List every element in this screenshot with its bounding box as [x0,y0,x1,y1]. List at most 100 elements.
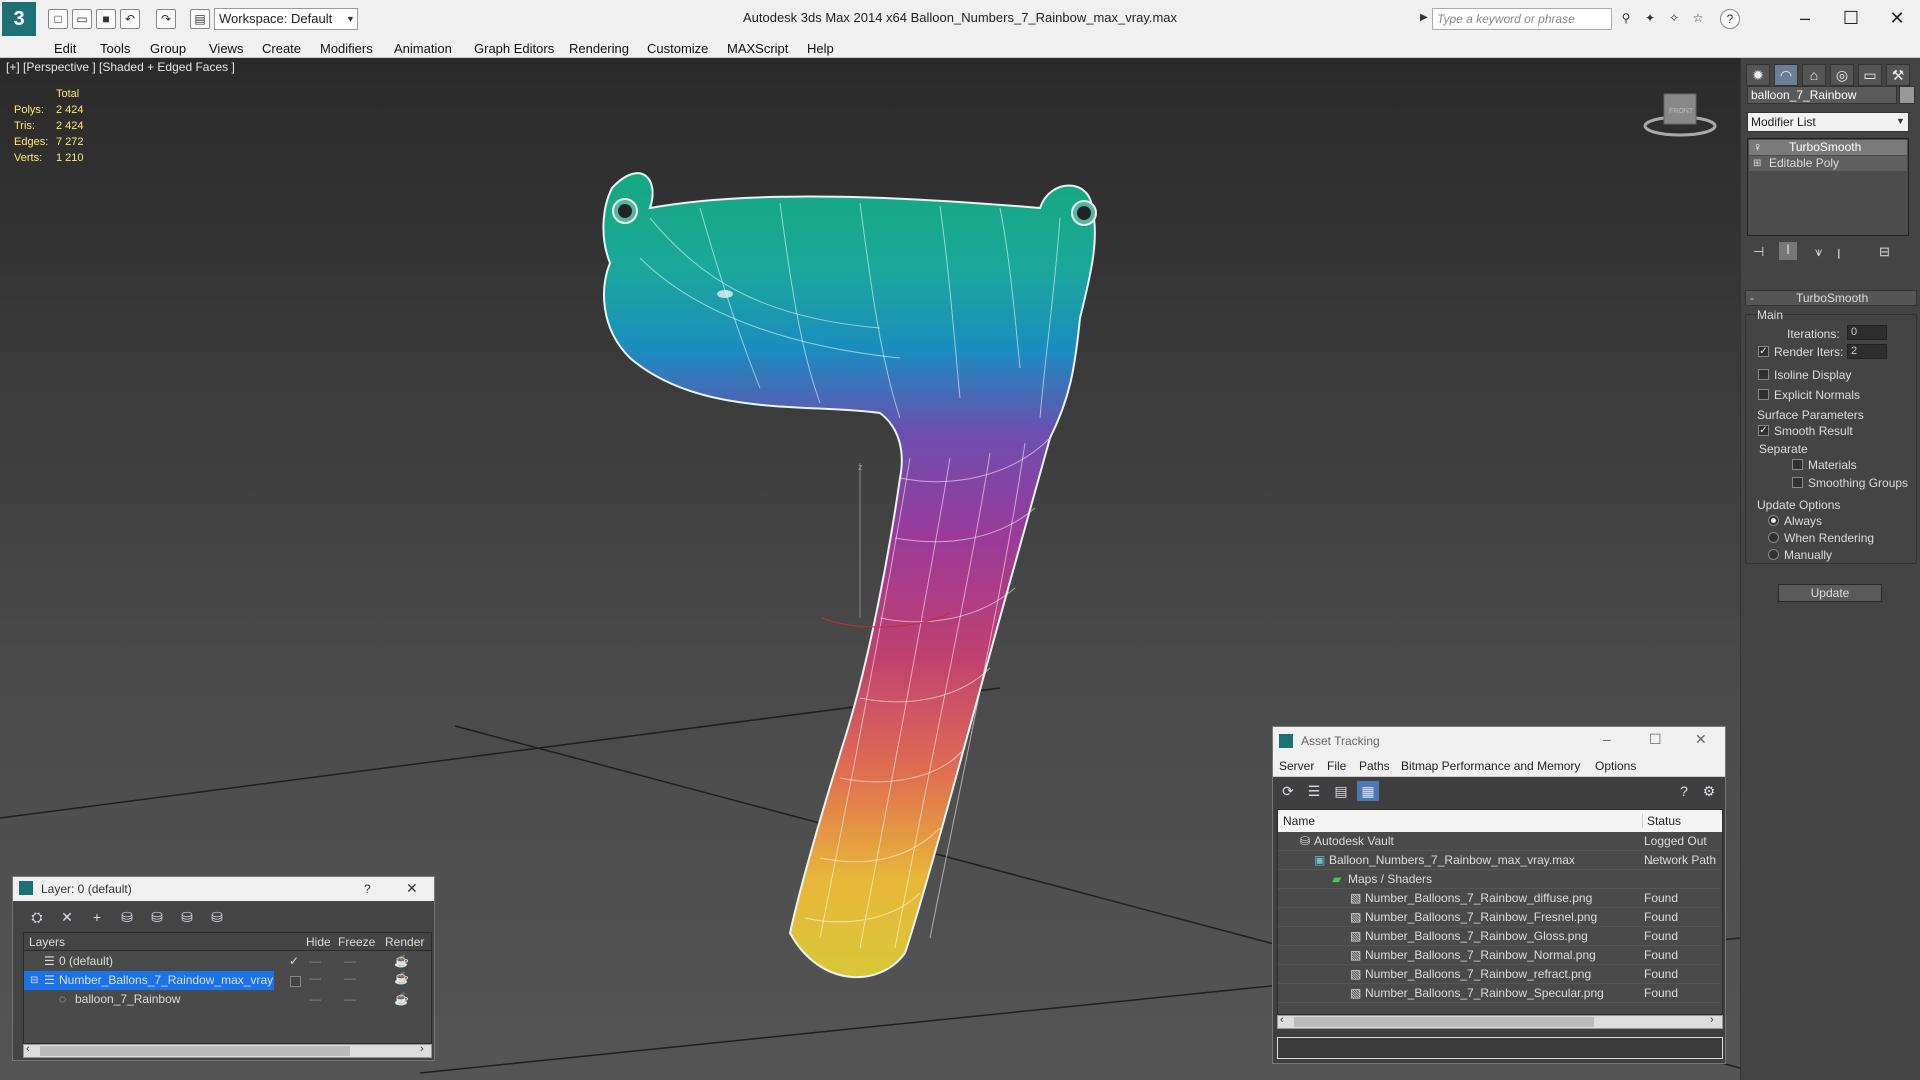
layer-delete-icon[interactable]: ✕ [56,907,78,927]
manually-radio[interactable] [1768,549,1779,560]
favorites-star-icon[interactable]: ☆ [1688,9,1708,29]
scroll-right-icon[interactable]: › [1710,1014,1714,1026]
maximize-icon[interactable]: ☐ [1828,4,1874,32]
object-name-field[interactable]: balloon_7_Rainbow [1747,86,1897,104]
asset-row[interactable]: ⛁ Autodesk Vault Logged Out ... [1278,832,1720,867]
layer-hide-all-icon[interactable]: ⛁ [176,907,198,927]
new-file-icon[interactable]: □ [48,9,68,29]
col-layers[interactable]: Layers [29,935,65,949]
modifier-list-dropdown[interactable]: Modifier List [1747,112,1909,132]
menu-tools[interactable]: Tools [100,41,130,56]
layer-help-icon[interactable]: ? [364,882,371,896]
layer-close-icon[interactable]: ✕ [406,880,418,897]
pin-stack-icon[interactable]: ⊣ [1753,244,1764,260]
col-render[interactable]: Render [385,935,424,949]
layer-add-selection-icon[interactable]: + [86,907,108,927]
modifier-list-chevron-icon[interactable]: ▼ [1896,116,1905,126]
layer-dialog-header[interactable]: Layer: 0 (default) ? ✕ [13,877,434,901]
asset-row[interactable]: ▧ Number_Balloons_7_Rainbow_Fresnel.png … [1278,908,1720,927]
always-radio[interactable] [1768,515,1779,526]
asset-minimize-icon[interactable]: – [1603,731,1611,747]
redo-icon[interactable]: ↷ [156,9,176,29]
render-teapot-icon[interactable]: ☕ [394,952,409,971]
menu-modifiers[interactable]: Modifiers [320,41,373,56]
when-rendering-radio[interactable] [1768,532,1779,543]
current-layer-checkbox[interactable] [290,976,301,987]
asset-menu-bitmap[interactable]: Bitmap Performance and Memory [1401,759,1580,773]
asset-row[interactable]: ▧ Number_Balloons_7_Rainbow_Specular.png… [1278,984,1720,1003]
asset-maximize-icon[interactable]: ☐ [1649,731,1662,748]
list-view-icon[interactable]: ☰ [1303,781,1325,801]
asset-row[interactable]: ▣ Balloon_Numbers_7_Rainbow_max_vray.max… [1278,851,1720,870]
col-freeze[interactable]: Freeze [338,935,375,949]
asset-menu-server[interactable]: Server [1279,759,1314,773]
scroll-thumb[interactable] [40,1046,350,1056]
motion-tab-icon[interactable]: ◎ [1830,64,1854,86]
layer-add-icon[interactable]: ⛭ [26,907,48,927]
asset-close-icon[interactable]: ✕ [1695,731,1707,748]
col-hide[interactable]: Hide [306,935,331,949]
minimize-icon[interactable]: – [1782,4,1828,32]
workspace-select[interactable]: Workspace: Default [214,8,358,30]
scroll-thumb[interactable] [1294,1017,1594,1027]
subscription-icon[interactable]: ✦ [1640,9,1660,29]
project-folder-icon[interactable]: ▤ [190,9,210,29]
layer-row[interactable]: ☰ 0 (default) ✓ — — ☕ [24,952,429,971]
rollout-header[interactable]: - TurboSmooth [1745,290,1917,306]
make-unique-icon[interactable]: ⩛ [1815,244,1822,260]
menu-graph-editors[interactable]: Graph Editors [474,41,554,56]
communication-center-icon[interactable]: ✧ [1664,9,1684,29]
app-logo-icon[interactable]: 3 [2,2,36,36]
layer-highlight-icon[interactable]: ⛁ [146,907,168,927]
layer-freeze-all-icon[interactable]: ⛁ [206,907,228,927]
bulb-icon[interactable]: ♀ [1753,140,1762,155]
refresh-icon[interactable]: ⟳ [1277,781,1299,801]
menu-edit[interactable]: Edit [54,41,76,56]
menu-create[interactable]: Create [262,41,301,56]
viewport-label[interactable]: [+] [Perspective ] [Shaded + Edged Faces… [6,60,235,74]
menu-customize[interactable]: Customize [647,41,708,56]
asset-row[interactable]: ▰ Maps / Shaders [1278,870,1720,889]
layer-select-icon[interactable]: ⛁ [116,907,138,927]
asset-path-field[interactable] [1277,1037,1723,1059]
col-status[interactable]: Status [1642,814,1681,828]
menu-help[interactable]: Help [807,41,834,56]
scroll-left-icon[interactable]: ‹ [1280,1014,1284,1026]
asset-dialog-header[interactable]: Asset Tracking – ☐ ✕ [1273,727,1725,755]
asset-hscrollbar[interactable]: ‹ › [1277,1014,1723,1029]
menu-maxscript[interactable]: MAXScript [727,41,788,56]
update-button[interactable]: Update [1778,584,1882,602]
smoothing-groups-checkbox[interactable] [1792,477,1803,488]
layer-hscrollbar[interactable]: ‹ › [23,1043,432,1058]
scroll-right-icon[interactable]: › [420,1043,424,1055]
asset-menu-paths[interactable]: Paths [1359,759,1390,773]
close-icon[interactable]: ✕ [1874,4,1920,32]
expand-icon[interactable]: ⊞ [1753,156,1761,171]
expand-icon[interactable]: ⊟ [30,971,38,990]
table-view-icon[interactable]: ▦ [1357,781,1379,801]
stack-item-editable-poly[interactable]: ⊞ Editable Poly [1749,156,1907,171]
menu-animation[interactable]: Animation [394,41,452,56]
asset-row[interactable]: ▧ Number_Balloons_7_Rainbow_Normal.png F… [1278,946,1720,965]
undo-icon[interactable]: ↶ [120,9,140,29]
hierarchy-tab-icon[interactable]: ⌂ [1802,64,1826,86]
show-end-result-icon[interactable]: Ⅰ [1779,242,1797,260]
asset-row[interactable]: ▧ Number_Balloons_7_Rainbow_diffuse.png … [1278,889,1720,908]
object-color-swatch[interactable] [1899,86,1915,104]
save-file-icon[interactable]: ■ [96,9,116,29]
search-expand-icon[interactable]: ▶ [1420,12,1428,23]
create-tab-icon[interactable]: ✹ [1746,64,1770,86]
menu-group[interactable]: Group [150,41,186,56]
isoline-checkbox[interactable] [1758,369,1769,380]
detail-view-icon[interactable]: ▤ [1330,781,1352,801]
asset-help-icon[interactable]: ? [1673,781,1695,801]
asset-row[interactable]: ▧ Number_Balloons_7_Rainbow_Gloss.png Fo… [1278,927,1720,946]
explicit-normals-checkbox[interactable] [1758,389,1769,400]
search-input[interactable]: Type a keyword or phrase [1432,8,1612,30]
modify-tab-icon[interactable]: ◠ [1774,64,1798,86]
menu-views[interactable]: Views [209,41,243,56]
object-row[interactable]: ◌ balloon_7_Rainbow — — ☕ [24,990,429,1009]
utilities-tab-icon[interactable]: ⚒ [1886,64,1910,86]
help-icon[interactable]: ? [1720,9,1740,29]
layer-row-selected[interactable]: ⊟ ☰ Number_Ballons_7_Raindow_max_vray [24,971,274,990]
